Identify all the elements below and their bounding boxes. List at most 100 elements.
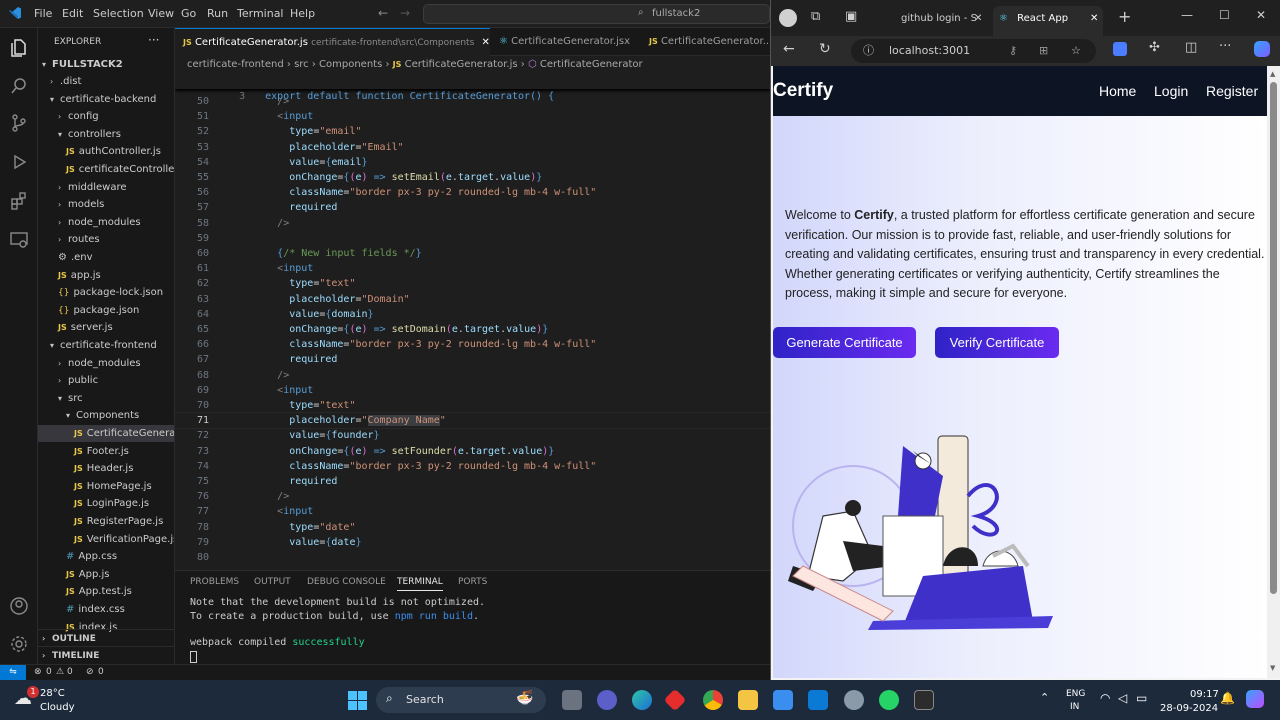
nav-link-login[interactable]: Login xyxy=(1154,83,1188,99)
code-line[interactable]: 80 xyxy=(175,550,770,565)
panel-tab-output[interactable]: OUTPUT xyxy=(254,577,291,587)
code-editor[interactable]: 3 export default function CertificateGene… xyxy=(175,74,770,570)
tree-file[interactable]: JS App.js xyxy=(38,566,174,583)
extensions-puzzle-icon[interactable]: ✣ xyxy=(1149,40,1160,55)
tree-file[interactable]: JS Footer.js xyxy=(38,443,174,460)
code-line[interactable]: 70 type="text" xyxy=(175,398,770,413)
tree-file[interactable]: JS App.test.js xyxy=(38,583,174,600)
tree-folder[interactable]: ▾ certificate-backend xyxy=(38,91,174,108)
tree-file[interactable]: JS authController.js xyxy=(38,143,174,160)
warning-count[interactable]: 0 xyxy=(67,667,73,677)
browser-tab-active[interactable]: ⚛ React App ✕ xyxy=(993,6,1103,36)
copilot-icon[interactable] xyxy=(1254,41,1270,57)
volume-icon[interactable]: ◁ xyxy=(1118,691,1127,705)
tree-folder[interactable]: ▾ certificate-frontend xyxy=(38,337,174,354)
source-control-icon[interactable] xyxy=(9,113,29,133)
more-menu-icon[interactable]: ··· xyxy=(1219,39,1231,54)
code-line[interactable]: 66 className="border px-3 py-2 rounded-l… xyxy=(175,337,770,352)
tray-chevron-up-icon[interactable]: ⌃ xyxy=(1040,691,1049,704)
tree-file[interactable]: # index.css xyxy=(38,601,174,618)
file-explorer-icon[interactable] xyxy=(738,690,758,710)
tree-file[interactable]: JS server.js xyxy=(38,319,174,336)
new-tab-icon[interactable]: + xyxy=(1118,7,1131,26)
code-line[interactable]: 57 required xyxy=(175,200,770,215)
tree-file[interactable]: ⚙ .env xyxy=(38,249,174,266)
site-brand[interactable]: Certify xyxy=(773,80,833,102)
settings-gear-icon[interactable] xyxy=(844,690,864,710)
menu-file[interactable]: File xyxy=(34,7,52,20)
breadcrumb-item[interactable]: CertificateGenerator.js xyxy=(405,59,518,70)
timeline-section[interactable]: › TIMELINE xyxy=(38,646,174,663)
key-icon[interactable]: ⚷ xyxy=(1009,39,1017,63)
chat-icon[interactable] xyxy=(597,690,617,710)
maximize-icon[interactable]: ☐ xyxy=(1219,8,1230,22)
generate-certificate-button[interactable]: Generate Certificate xyxy=(773,327,916,358)
close-icon[interactable]: ✕ xyxy=(481,37,489,48)
tree-file[interactable]: {} package-lock.json xyxy=(38,284,174,301)
menu-terminal[interactable]: Terminal xyxy=(237,7,284,20)
tree-folder[interactable]: › .dist xyxy=(38,73,174,90)
profile-avatar[interactable] xyxy=(779,9,797,27)
clock-date[interactable]: 28-09-2024 xyxy=(1160,703,1218,714)
tree-folder[interactable]: › config xyxy=(38,108,174,125)
panel-tab-terminal[interactable]: TERMINAL xyxy=(397,577,443,591)
edge-icon[interactable] xyxy=(632,690,652,710)
code-line[interactable]: 54 value={email} xyxy=(175,155,770,170)
minimize-icon[interactable]: — xyxy=(1181,8,1193,22)
panel-tab-debug-console[interactable]: DEBUG CONSOLE xyxy=(307,577,386,587)
menu-go[interactable]: Go xyxy=(181,7,196,20)
whatsapp-icon[interactable] xyxy=(879,690,899,710)
breadcrumb-item[interactable]: Components xyxy=(319,59,382,70)
windows-start-icon[interactable] xyxy=(348,691,367,714)
code-line[interactable]: 77 <input xyxy=(175,504,770,519)
search-icon[interactable] xyxy=(9,76,29,96)
code-line[interactable]: 72 value={founder} xyxy=(175,428,770,443)
code-line[interactable]: 71 placeholder="Company Name" xyxy=(175,412,770,430)
editor-tab[interactable]: JS CertificateGenerator... xyxy=(641,28,770,56)
page-scrollbar[interactable]: ▲ ▼ xyxy=(1267,66,1280,678)
code-line[interactable]: 79 value={date} xyxy=(175,535,770,550)
sticky-scroll-line[interactable]: 3 export default function CertificateGene… xyxy=(175,74,770,102)
menu-run[interactable]: Run xyxy=(207,7,228,20)
close-icon[interactable]: ✕ xyxy=(1090,6,1098,32)
code-line[interactable]: 61 <input xyxy=(175,261,770,276)
command-center-search[interactable]: ⌕ fullstack2 xyxy=(423,4,770,24)
taskbar-search-box[interactable]: ⌕ Search 🍜 xyxy=(376,687,546,713)
workspaces-icon[interactable]: ⧉ xyxy=(811,9,820,24)
scroll-down-icon[interactable]: ▼ xyxy=(1270,664,1275,672)
workspace-root[interactable]: ▾ FULLSTACK2 xyxy=(38,56,174,73)
run-debug-icon[interactable] xyxy=(9,152,29,172)
code-line[interactable]: 65 onChange={(e) => setDomain(e.target.v… xyxy=(175,322,770,337)
tree-folder[interactable]: › models xyxy=(38,196,174,213)
code-line[interactable]: 58 /> xyxy=(175,216,770,231)
weather-temp[interactable]: 28°C xyxy=(40,688,65,699)
terminal-icon[interactable] xyxy=(914,690,934,710)
tree-folder[interactable]: ▾ controllers xyxy=(38,126,174,143)
tree-folder[interactable]: › middleware xyxy=(38,179,174,196)
tree-folder[interactable]: › node_modules xyxy=(38,355,174,372)
vscode-taskbar-icon[interactable] xyxy=(808,690,828,710)
apps-icon[interactable]: ⊞ xyxy=(1039,39,1048,63)
code-line[interactable]: 73 onChange={(e) => setFounder(e.target.… xyxy=(175,444,770,459)
tree-file[interactable]: JS LoginPage.js xyxy=(38,495,174,512)
info-icon[interactable]: ⓘ xyxy=(863,39,874,63)
notifications-bell-icon[interactable]: 🔔 xyxy=(1220,691,1235,705)
editor-tab[interactable]: ⚛ CertificateGenerator.jsx xyxy=(491,28,641,56)
outline-section[interactable]: › OUTLINE xyxy=(38,629,174,646)
refresh-icon[interactable]: ↻ xyxy=(819,41,831,57)
code-line[interactable]: 68 /> xyxy=(175,368,770,383)
clock-time[interactable]: 09:17 xyxy=(1190,689,1219,700)
code-line[interactable]: 63 placeholder="Domain" xyxy=(175,292,770,307)
breadcrumb-item[interactable]: CertificateGenerator xyxy=(540,59,643,70)
editor-tab-active[interactable]: JS CertificateGenerator.js certificate-f… xyxy=(175,28,490,56)
store-icon[interactable] xyxy=(773,690,793,710)
code-line[interactable]: 78 type="date" xyxy=(175,520,770,535)
app-icon-red[interactable] xyxy=(663,688,687,712)
code-line[interactable]: 67 required xyxy=(175,352,770,367)
split-screen-icon[interactable]: ◫ xyxy=(1185,40,1197,55)
remote-explorer-icon[interactable] xyxy=(9,230,29,250)
breadcrumb-item[interactable]: src xyxy=(294,59,309,70)
scroll-up-icon[interactable]: ▲ xyxy=(1270,70,1275,78)
code-line[interactable]: 62 type="text" xyxy=(175,276,770,291)
tree-file[interactable]: JS certificateControlle... xyxy=(38,161,174,178)
